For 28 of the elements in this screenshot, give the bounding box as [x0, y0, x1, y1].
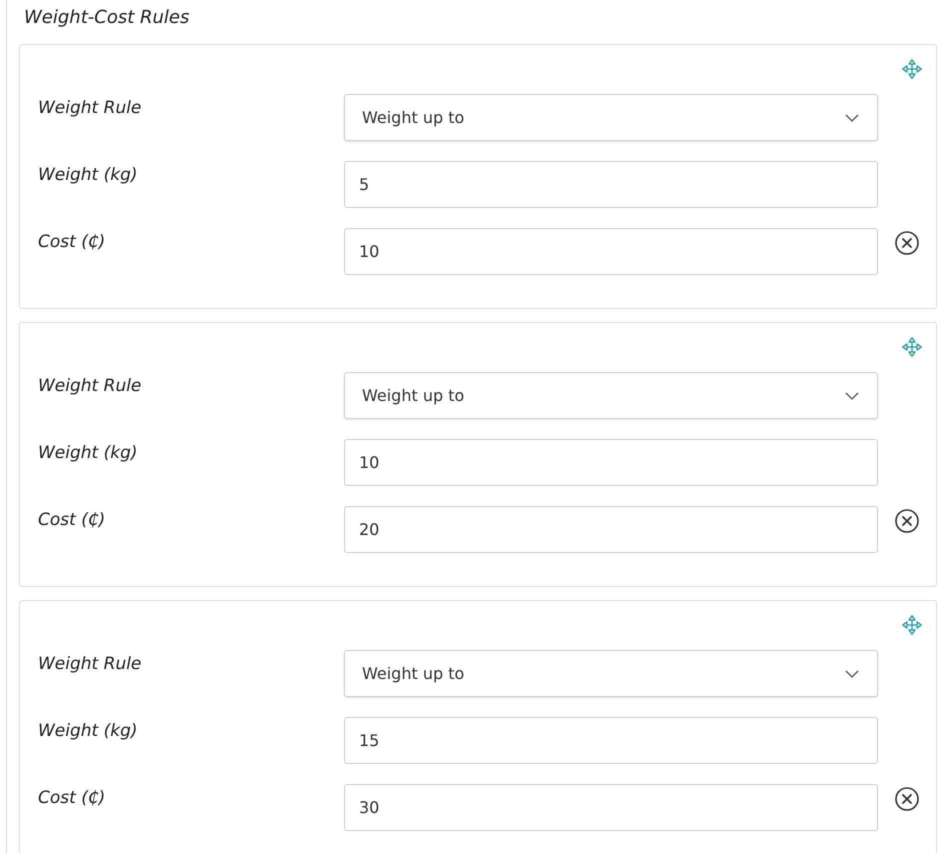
chevron-icon [845, 392, 859, 400]
field-label: Weight (kg) [38, 720, 138, 741]
rule-select[interactable]: Weight up to [344, 650, 878, 697]
move-icon[interactable] [902, 59, 922, 79]
text-input[interactable]: 10 [344, 439, 878, 486]
text-input[interactable]: 5 [344, 161, 878, 208]
chevron-icon [845, 670, 859, 678]
remove-icon[interactable] [895, 509, 919, 533]
field-label: Cost (₵) [38, 509, 106, 530]
field-label: Cost (₵) [38, 231, 106, 252]
text-input[interactable]: 20 [344, 506, 878, 553]
field-label: Weight (kg) [38, 164, 138, 185]
field-label: Weight Rule [38, 97, 142, 118]
move-icon[interactable] [902, 337, 922, 357]
field-label: Weight Rule [38, 653, 142, 674]
field-label: Weight Rule [38, 375, 142, 396]
move-icon[interactable] [902, 615, 922, 635]
section-title: Weight-Cost Rules [23, 6, 190, 30]
text-input[interactable]: 30 [344, 784, 878, 831]
field-label: Weight (kg) [38, 442, 138, 463]
chevron-icon [845, 114, 859, 122]
rule-select[interactable]: Weight up to [344, 94, 878, 141]
text-input[interactable]: 15 [344, 717, 878, 764]
rule-select[interactable]: Weight up to [344, 372, 878, 419]
text-input[interactable]: 10 [344, 228, 878, 275]
field-label: Cost (₵) [38, 787, 106, 808]
remove-icon[interactable] [895, 787, 919, 811]
remove-icon[interactable] [895, 231, 919, 255]
